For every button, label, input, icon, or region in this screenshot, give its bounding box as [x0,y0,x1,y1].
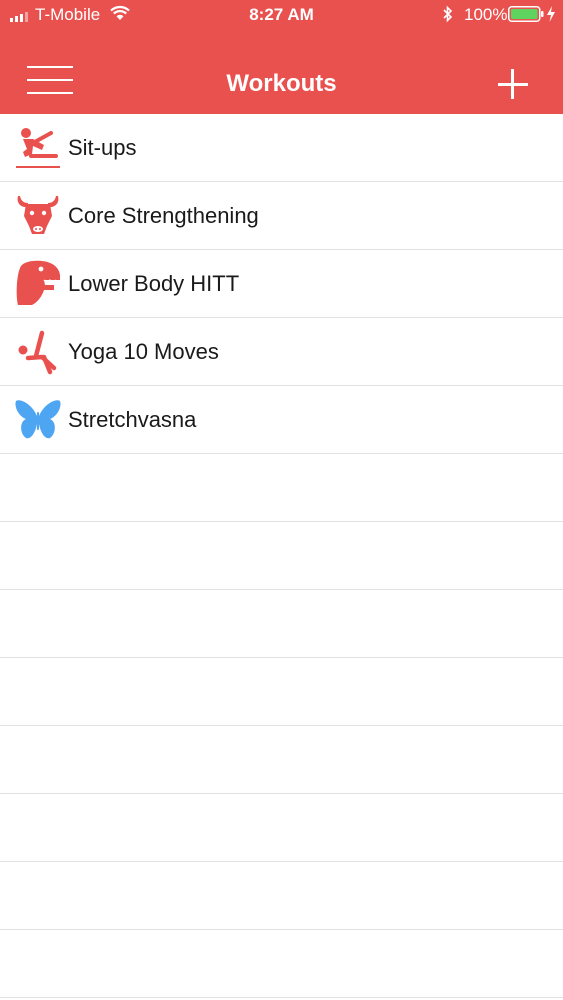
workout-label: Sit-ups [68,135,137,160]
butterfly-icon [14,394,62,444]
workout-label: Core Strengthening [68,203,259,228]
charging-bolt-icon [547,6,555,22]
battery-percentage: 100% [464,5,508,24]
empty-row [0,522,563,590]
app-screen: T-Mobile 8:27 AM 100% Workouts Sit-ups C… [0,0,563,1000]
workout-row-yoga-10-moves[interactable]: Yoga 10 Moves [0,318,563,386]
workout-label: Lower Body HITT [68,271,240,296]
plus-icon-vertical [511,69,514,99]
empty-row [0,862,563,930]
bull-icon [14,190,62,240]
workout-label: Stretchvasna [68,407,197,432]
workout-label: Yoga 10 Moves [68,339,219,364]
workout-row-stretchvasna[interactable]: Stretchvasna [0,386,563,454]
empty-row [0,930,563,998]
empty-row [0,726,563,794]
page-title: Workouts [226,70,337,97]
empty-row [0,794,563,862]
yoga-pose-icon [14,326,62,376]
workout-row-lower-body-hitt[interactable]: Lower Body HITT [0,250,563,318]
status-bar: T-Mobile 8:27 AM 100% [0,0,563,30]
dinosaur-icon [14,258,62,308]
navigation-bar: Workouts [0,30,563,114]
empty-row [0,658,563,726]
add-workout-button[interactable] [492,63,534,105]
empty-row [0,454,563,522]
bluetooth-icon [443,5,453,23]
sit-ups-icon [14,122,62,172]
workout-list: Sit-ups Core Strengthening Lower Body HI… [0,114,563,1000]
workout-row-core-strengthening[interactable]: Core Strengthening [0,182,563,250]
workout-row-sit-ups[interactable]: Sit-ups [0,114,563,182]
menu-icon-bar-top [27,66,73,68]
top-bar: T-Mobile 8:27 AM 100% Workouts [0,0,563,114]
battery-icon [508,6,544,22]
empty-row [0,590,563,658]
